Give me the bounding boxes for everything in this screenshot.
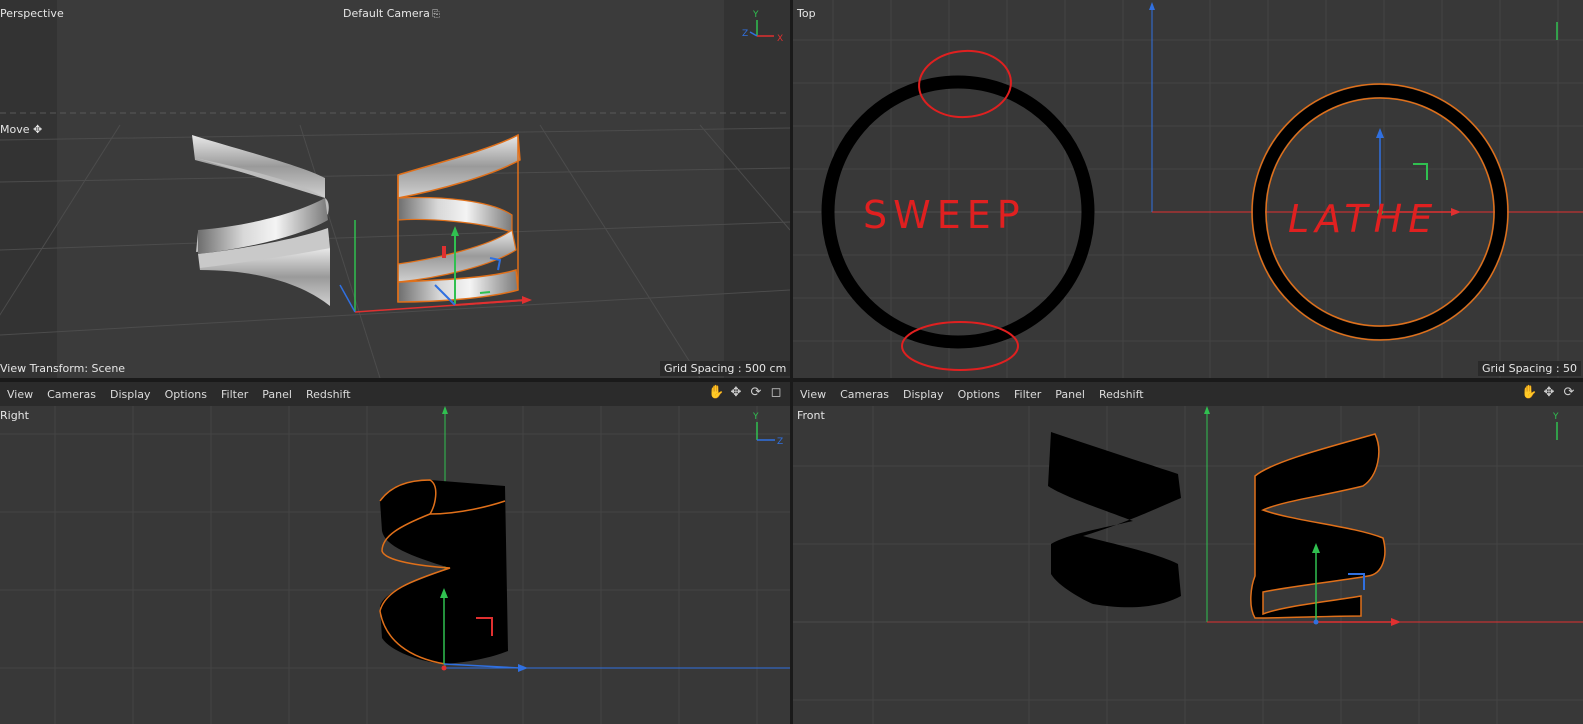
active-tool-label: Move ✥ xyxy=(0,123,42,136)
annotation-lathe: LATHE xyxy=(1288,197,1438,241)
menubar-front: View Cameras Display Options Filter Pane… xyxy=(793,381,1583,407)
menu-view[interactable]: View xyxy=(793,388,833,401)
hand-icon[interactable]: ✋ xyxy=(708,385,724,401)
menu-panel[interactable]: Panel xyxy=(1048,388,1092,401)
viewport-name-perspective: Perspective xyxy=(0,7,64,20)
menu-view[interactable]: View xyxy=(0,388,40,401)
menu-filter[interactable]: Filter xyxy=(1007,388,1048,401)
grid-spacing-perspective: Grid Spacing : 500 cm xyxy=(660,361,790,376)
viewport-top[interactable]: SWEEP LATHE Top Grid Spacing : 50 xyxy=(793,0,1583,378)
front-scene[interactable]: Y xyxy=(793,406,1583,724)
viewport-name-top: Top xyxy=(797,7,816,20)
menu-filter[interactable]: Filter xyxy=(214,388,255,401)
menu-options[interactable]: Options xyxy=(951,388,1007,401)
sweep-silhouette-front[interactable] xyxy=(1048,432,1181,608)
rotate-icon[interactable]: ⟳ xyxy=(748,385,764,401)
right-scene[interactable]: Y Z xyxy=(0,406,790,724)
menubar-right: View Cameras Display Options Filter Pane… xyxy=(0,381,790,407)
viewport-name-front: Front xyxy=(797,409,825,422)
move-arrows-icon: ✥ xyxy=(33,123,43,136)
menu-redshift[interactable]: Redshift xyxy=(1092,388,1151,401)
menu-cameras[interactable]: Cameras xyxy=(833,388,896,401)
camera-name: Default Camera xyxy=(343,7,430,20)
lathe-silhouette-front[interactable] xyxy=(1250,433,1386,619)
vertical-divider[interactable] xyxy=(790,0,793,724)
camera-label[interactable]: Default Camera ⎘ xyxy=(343,7,440,20)
menu-panel[interactable]: Panel xyxy=(255,388,299,401)
lathe-object-perspective[interactable] xyxy=(397,133,521,303)
viewport-right[interactable]: Y Z Right xyxy=(0,406,790,724)
axis-label-z: Z xyxy=(742,29,748,39)
viewport-front[interactable]: Y Front xyxy=(793,406,1583,724)
viewport-perspective[interactable]: Y Z X Perspective Default Camera ⎘ Move ✥… xyxy=(0,0,790,378)
axis-label-x: X xyxy=(777,34,783,44)
view-transform-label: View Transform: Scene xyxy=(0,362,126,375)
axis-label-y: Y xyxy=(1552,412,1559,422)
move-arrows-icon[interactable]: ✥ xyxy=(728,385,744,401)
viewport-name-right: Right xyxy=(0,409,29,422)
grid-spacing-top: Grid Spacing : 50 xyxy=(1478,361,1582,376)
axis-label-y: Y xyxy=(752,412,759,422)
hand-icon[interactable]: ✋ xyxy=(1521,385,1537,401)
axis-label-y: Y xyxy=(752,10,759,20)
horizontal-divider[interactable] xyxy=(0,378,1583,381)
annotation-sweep: SWEEP xyxy=(863,193,1026,237)
rotate-icon[interactable]: ⟳ xyxy=(1561,385,1577,401)
sweep-object-perspective[interactable] xyxy=(192,135,330,306)
maximize-icon[interactable]: ◻ xyxy=(768,385,784,401)
camera-icon[interactable]: ⎘ xyxy=(432,9,440,20)
menu-redshift[interactable]: Redshift xyxy=(299,388,358,401)
top-scene[interactable]: SWEEP LATHE xyxy=(793,0,1583,378)
tool-name: Move xyxy=(0,123,30,136)
menu-options[interactable]: Options xyxy=(158,388,214,401)
menu-display[interactable]: Display xyxy=(103,388,158,401)
menu-cameras[interactable]: Cameras xyxy=(40,388,103,401)
menu-display[interactable]: Display xyxy=(896,388,951,401)
axis-label-z: Z xyxy=(777,437,783,447)
perspective-scene[interactable]: Y Z X xyxy=(0,0,790,378)
move-arrows-icon[interactable]: ✥ xyxy=(1541,385,1557,401)
